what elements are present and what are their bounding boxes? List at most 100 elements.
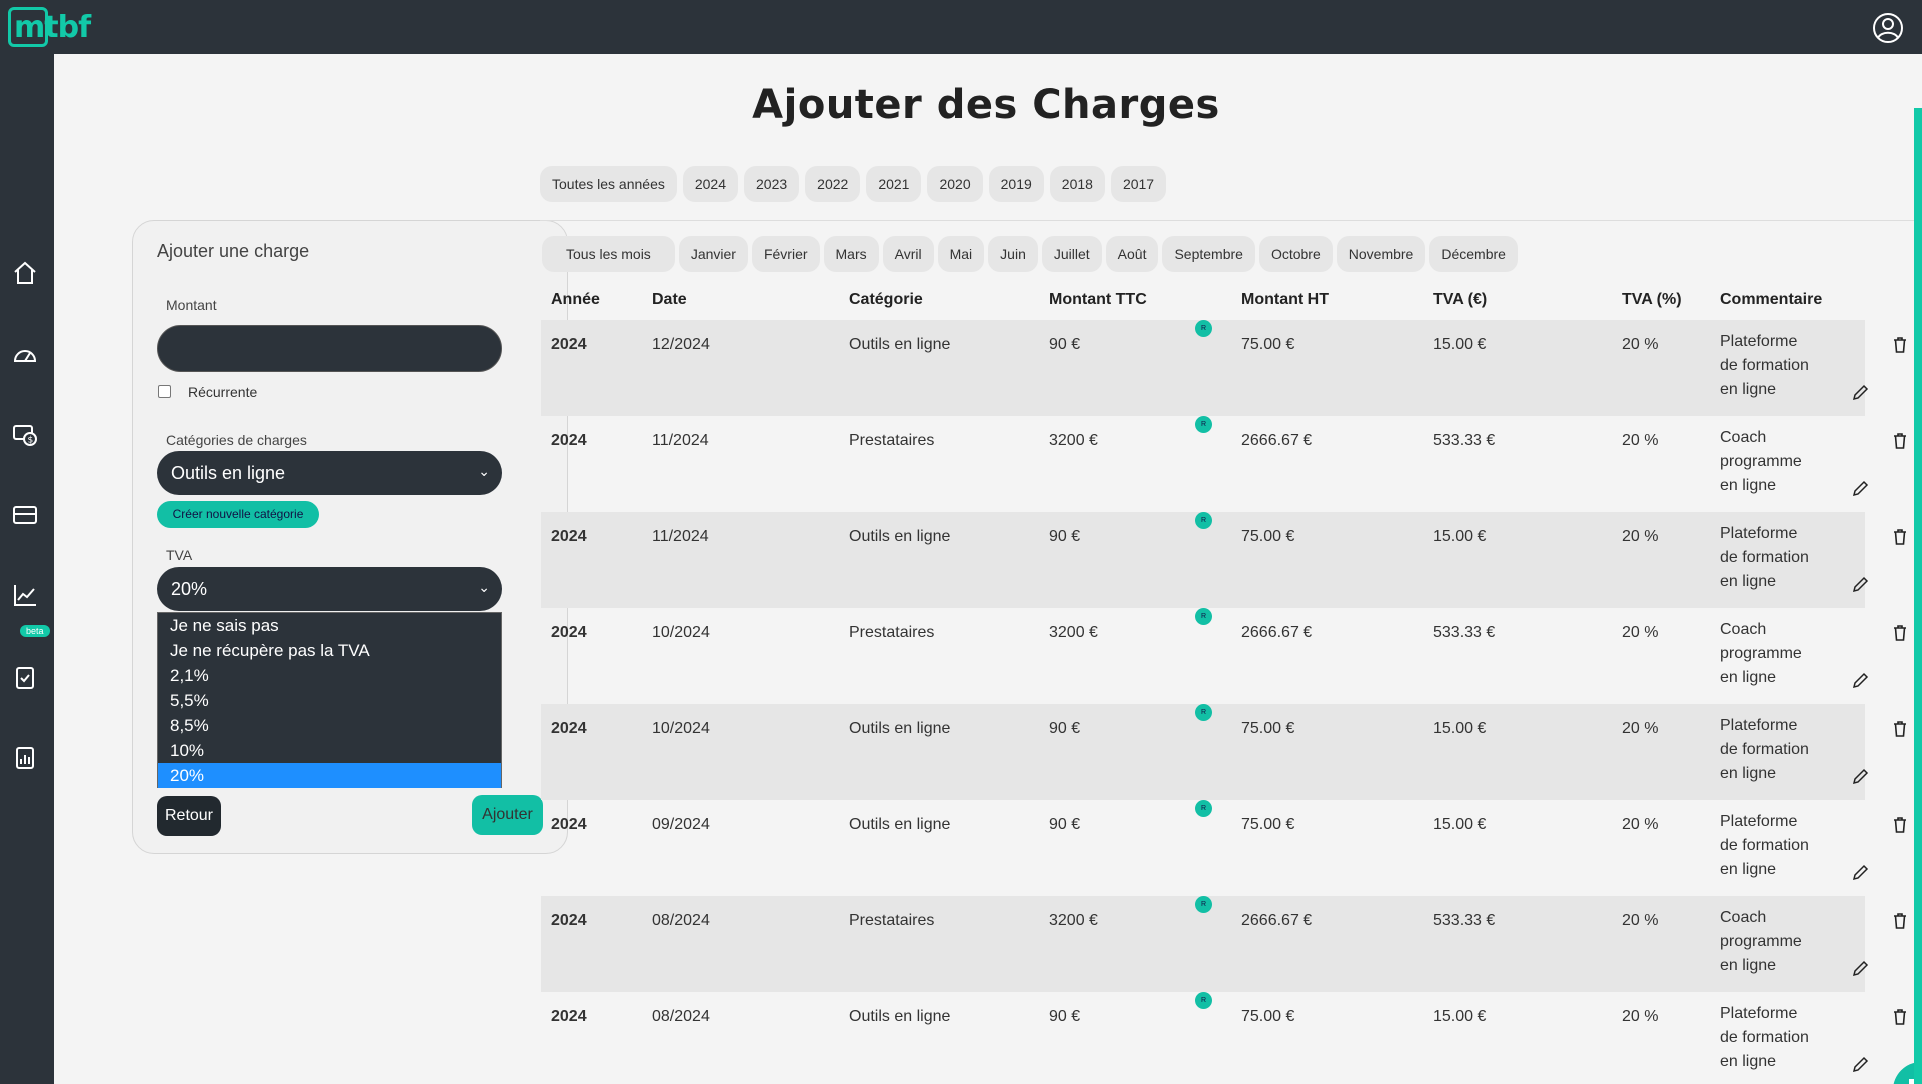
- home-icon[interactable]: [12, 260, 38, 286]
- commentaire-line: de formation: [1720, 1029, 1809, 1046]
- commentaire-line: programme: [1720, 453, 1802, 470]
- cell-annee: 2024: [551, 624, 587, 641]
- year-filter-item[interactable]: 2024: [682, 166, 739, 202]
- logo[interactable]: mtbf: [8, 4, 91, 50]
- top-bar: mtbf: [0, 0, 1922, 54]
- svg-text:$: $: [28, 436, 34, 446]
- year-filter-item[interactable]: 2021: [866, 166, 922, 202]
- report-icon[interactable]: [12, 744, 38, 770]
- category-select[interactable]: Outils en ligne ⌄: [157, 451, 502, 495]
- month-filter-item[interactable]: Août: [1105, 236, 1159, 272]
- cell-tva-eur: 533.33 €: [1433, 624, 1496, 641]
- edit-icon[interactable]: [1851, 576, 1869, 594]
- cell-categorie: Outils en ligne: [849, 528, 951, 545]
- month-filter-item[interactable]: Janvier: [678, 236, 748, 272]
- trash-icon[interactable]: [1892, 624, 1908, 642]
- year-filter-item[interactable]: 2017: [1110, 166, 1167, 202]
- month-filter-all[interactable]: Tous les mois: [542, 236, 675, 272]
- cell-date: 10/2024: [652, 624, 710, 641]
- header-categorie: Catégorie: [849, 291, 923, 308]
- edit-icon[interactable]: [1851, 672, 1869, 690]
- cell-commentaire: Plateforme de formation en ligne: [1710, 320, 1865, 416]
- year-filter-item[interactable]: 2023: [744, 166, 800, 202]
- recurring-badge: R: [1195, 416, 1212, 433]
- month-filter: Tous les mois Janvier Février Mars Avril…: [542, 236, 1518, 272]
- table-header: Année Date Catégorie Montant TTC Montant…: [541, 280, 1865, 320]
- header-montant-ttc: Montant TTC: [1049, 291, 1147, 308]
- month-filter-item[interactable]: Mars: [823, 236, 879, 272]
- commentaire-line: de formation: [1720, 549, 1809, 566]
- trash-icon[interactable]: [1892, 432, 1908, 450]
- header-commentaire: Commentaire: [1720, 291, 1823, 308]
- year-filter-item[interactable]: 2022: [805, 166, 861, 202]
- cell-commentaire: Plateforme de formation en ligne: [1710, 800, 1865, 896]
- tva-option-selected[interactable]: 20%: [158, 763, 501, 788]
- chart-icon[interactable]: [12, 582, 38, 608]
- year-filter-item[interactable]: 2018: [1049, 166, 1105, 202]
- edit-icon[interactable]: [1851, 1056, 1869, 1074]
- cell-montant-ht: 2666.67 €: [1241, 912, 1313, 929]
- trash-icon[interactable]: [1892, 720, 1908, 738]
- edit-icon[interactable]: [1851, 768, 1869, 786]
- cell-categorie: Prestataires: [849, 912, 935, 929]
- wallet-icon[interactable]: [12, 502, 38, 528]
- commentaire-line: Coach: [1720, 909, 1767, 926]
- tva-option[interactable]: Je ne sais pas: [158, 613, 501, 638]
- clipboard-check-icon[interactable]: [12, 664, 38, 690]
- month-filter-item[interactable]: Octobre: [1258, 236, 1333, 272]
- tva-option[interactable]: 5,5%: [158, 688, 501, 713]
- month-filter-item[interactable]: Avril: [882, 236, 934, 272]
- cell-date: 11/2024: [652, 528, 709, 545]
- money-icon[interactable]: $: [12, 421, 38, 447]
- tva-option[interactable]: Je ne récupère pas la TVA: [158, 638, 501, 663]
- month-filter-item[interactable]: Novembre: [1336, 236, 1426, 272]
- user-account-icon[interactable]: [1872, 12, 1904, 44]
- edit-icon[interactable]: [1851, 384, 1869, 402]
- back-button[interactable]: Retour: [157, 796, 221, 836]
- commentaire-line: en ligne: [1720, 957, 1777, 974]
- cell-annee: 2024: [551, 912, 587, 929]
- trash-icon[interactable]: [1892, 528, 1908, 546]
- tva-option[interactable]: 2,1%: [158, 663, 501, 688]
- recurring-badge: R: [1195, 320, 1212, 337]
- commentaire-line: Coach: [1720, 429, 1767, 446]
- amount-input[interactable]: [157, 325, 502, 372]
- cell-annee: 2024: [551, 720, 587, 737]
- trash-icon[interactable]: [1892, 816, 1908, 834]
- month-filter-item[interactable]: Février: [751, 236, 820, 272]
- cell-date: 09/2024: [652, 816, 710, 833]
- year-filter-item[interactable]: 2019: [988, 166, 1044, 202]
- beta-badge: beta: [20, 625, 50, 637]
- create-category-button[interactable]: Créer nouvelle catégorie: [157, 501, 319, 528]
- cell-annee: 2024: [551, 432, 587, 449]
- month-filter-item[interactable]: Mai: [937, 236, 985, 272]
- edit-icon[interactable]: [1851, 960, 1869, 978]
- header-date: Date: [652, 291, 687, 308]
- trash-icon[interactable]: [1892, 336, 1908, 354]
- recurring-checkbox[interactable]: [158, 385, 171, 398]
- commentaire-line: Plateforme: [1720, 813, 1798, 830]
- edit-icon[interactable]: [1851, 864, 1869, 882]
- main-content: Ajouter des Charges Ajouter une charge M…: [54, 54, 1922, 1084]
- trash-icon[interactable]: [1892, 912, 1908, 930]
- add-button[interactable]: Ajouter: [472, 795, 543, 835]
- cell-categorie: Outils en ligne: [849, 336, 951, 353]
- commentaire-line: de formation: [1720, 357, 1809, 374]
- edit-icon[interactable]: [1851, 480, 1869, 498]
- cell-annee: 2024: [551, 528, 587, 545]
- year-filter-all[interactable]: Toutes les années: [540, 166, 677, 202]
- tva-option[interactable]: 10%: [158, 738, 501, 763]
- chevron-down-icon: ⌄: [478, 463, 490, 479]
- month-filter-item[interactable]: Décembre: [1429, 236, 1518, 272]
- month-filter-item[interactable]: Juillet: [1041, 236, 1102, 272]
- month-filter-item[interactable]: Juin: [988, 236, 1038, 272]
- commentaire-line: en ligne: [1720, 381, 1777, 398]
- tva-select[interactable]: 20% ⌄: [157, 567, 502, 611]
- month-filter-item[interactable]: Septembre: [1162, 236, 1255, 272]
- dashboard-icon[interactable]: [12, 341, 38, 367]
- commentaire-line: Plateforme: [1720, 1005, 1798, 1022]
- trash-icon[interactable]: [1892, 1008, 1908, 1026]
- cell-annee: 2024: [551, 816, 587, 833]
- tva-option[interactable]: 8,5%: [158, 713, 501, 738]
- year-filter-item[interactable]: 2020: [927, 166, 983, 202]
